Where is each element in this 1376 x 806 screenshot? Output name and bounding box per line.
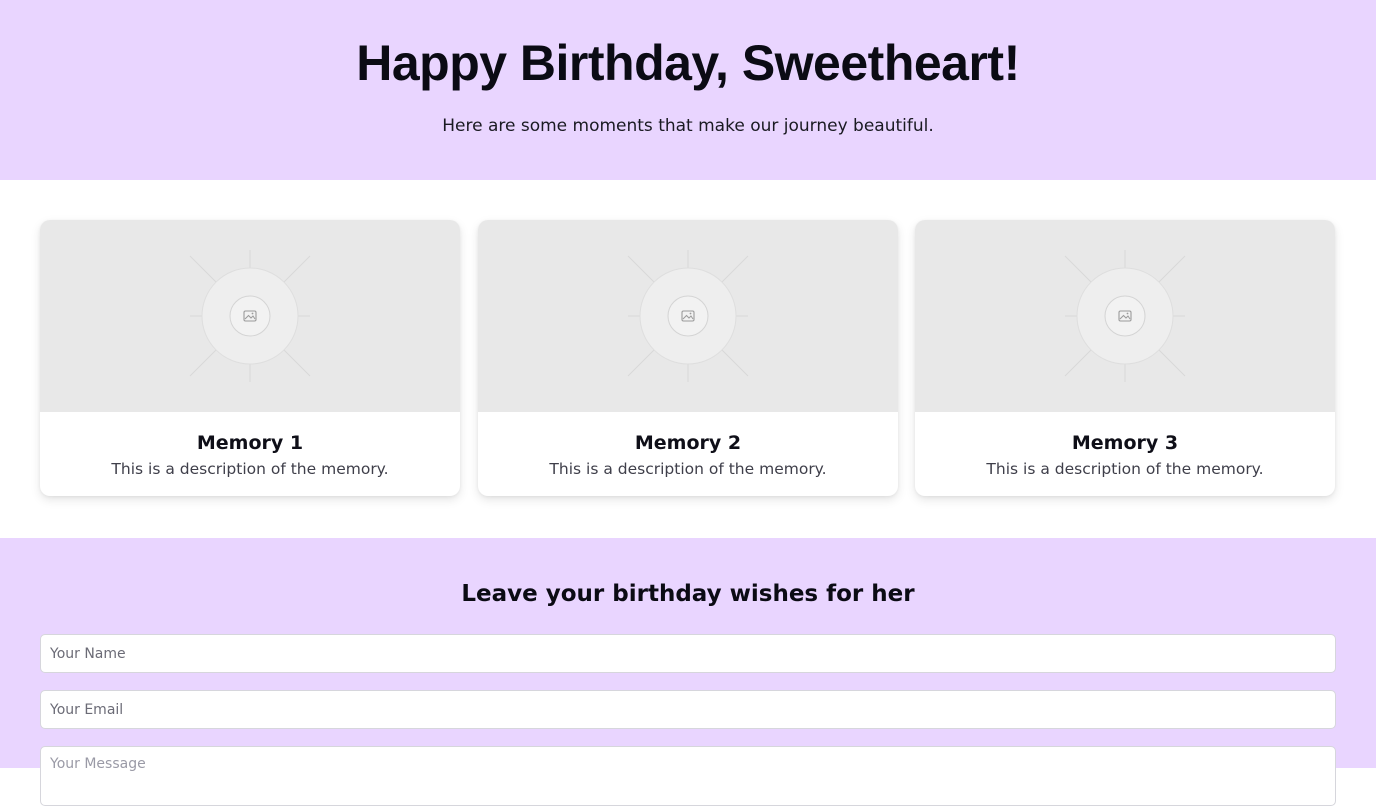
memory-card: Memory 3 This is a description of the me… (915, 220, 1335, 496)
memory-title: Memory 3 (1071, 432, 1179, 454)
memories-grid: Memory 1 This is a description of the me… (0, 180, 1376, 538)
memory-description: This is a description of the memory. (111, 460, 389, 478)
wishes-form-section: Leave your birthday wishes for her (0, 538, 1376, 806)
memory-card: Memory 2 This is a description of the me… (478, 220, 898, 496)
email-input[interactable] (40, 690, 1336, 729)
page-subtitle: Here are some moments that make our jour… (442, 116, 934, 136)
image-placeholder-icon (627, 250, 749, 382)
wishes-heading: Leave your birthday wishes for her (461, 581, 915, 607)
message-input[interactable] (40, 746, 1336, 806)
memory-description: This is a description of the memory. (549, 460, 827, 478)
memory-description: This is a description of the memory. (986, 460, 1264, 478)
memory-image-placeholder (915, 220, 1335, 412)
page-title: Happy Birthday, Sweetheart! (356, 35, 1020, 91)
name-input[interactable] (40, 634, 1336, 673)
memory-card: Memory 1 This is a description of the me… (40, 220, 460, 496)
memory-title: Memory 2 (634, 432, 742, 454)
memory-title: Memory 1 (196, 432, 304, 454)
memory-image-placeholder (478, 220, 898, 412)
image-placeholder-icon (1064, 250, 1186, 382)
hero-header: Happy Birthday, Sweetheart! Here are som… (0, 0, 1376, 180)
image-placeholder-icon (189, 250, 311, 382)
memory-image-placeholder (40, 220, 460, 412)
